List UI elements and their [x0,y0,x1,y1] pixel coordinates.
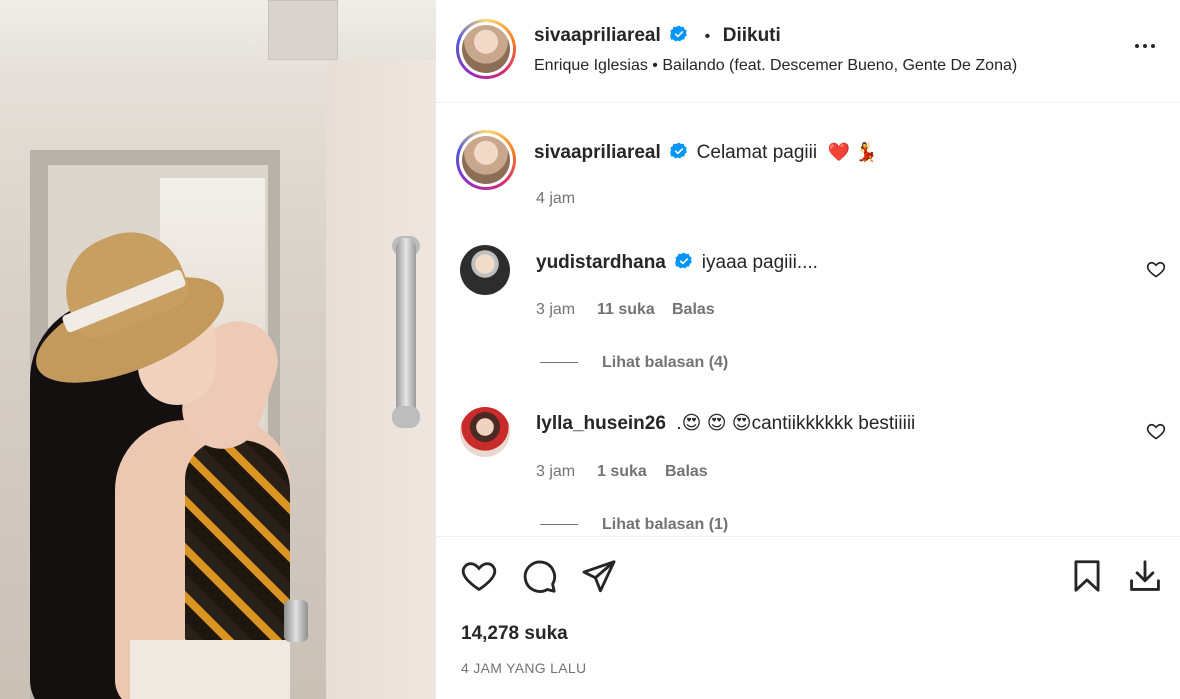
comment-heart-icon[interactable] [1146,259,1166,279]
comment-time: 3 jam [536,301,576,318]
author-line: sivaapriliareal • Diikuti [534,25,781,47]
author-avatar[interactable] [456,19,516,79]
comment-line: lylla_husein26 .😍 😍 😍cantiikkkkkk bestii… [536,412,915,435]
media-watch [284,600,308,642]
comment-reply-button[interactable]: Balas [672,301,715,319]
media-wall [326,60,436,699]
likes-count[interactable]: 14,278 suka [461,623,568,645]
view-replies-button[interactable]: Lihat balasan (1) [540,516,728,534]
comment-icon[interactable] [520,557,558,595]
post-actions: 14,278 suka 4 JAM YANG LALU [436,536,1180,699]
comment-text: .😍 😍 😍cantiikkkkkk bestiiiii [676,413,916,434]
caption-author-avatar[interactable] [456,130,516,190]
comment-heart-icon[interactable] [1146,421,1166,441]
post-media[interactable] [0,0,436,699]
media-rail-cap [392,406,420,428]
comment-username[interactable]: lylla_husein26 [536,413,666,434]
media-grab-rail [396,238,416,428]
post-detail-panel: sivaapriliareal • Diikuti Enrique Iglesi… [436,0,1180,699]
comment-likes[interactable]: 1 suka [597,463,647,481]
comment-username[interactable]: yudistardhana [536,252,666,273]
verified-badge-icon [675,252,693,269]
comment-text: iyaaa pagiii.... [701,252,818,273]
media-ceiling-vent [268,0,338,60]
post-timestamp: 4 JAM YANG LALU [461,660,587,676]
author-username[interactable]: sivaapriliareal [534,25,661,46]
caption-emoji: ❤️ 💃 [827,142,878,162]
verified-badge-icon [670,142,688,159]
media-person-pants [130,640,290,699]
header-separator: • [704,28,711,45]
follow-status-button[interactable]: Diikuti [723,25,781,46]
verified-badge-icon [670,25,688,42]
comments-list[interactable]: sivaapriliareal Celamat pagiii ❤️ 💃 4 ja… [436,104,1180,536]
audio-track-link[interactable]: Enrique Iglesias • Bailando (feat. Desce… [534,57,1017,75]
comment-avatar[interactable] [460,245,510,295]
comment-reply-button[interactable]: Balas [665,463,708,481]
post-header: sivaapriliareal • Diikuti Enrique Iglesi… [436,0,1180,103]
caption-line: sivaapriliareal Celamat pagiii ❤️ 💃 [534,142,877,164]
comment-likes[interactable]: 11 suka [597,301,655,319]
view-replies-button[interactable]: Lihat balasan (4) [540,354,728,372]
bookmark-icon[interactable] [1068,557,1106,595]
comment-avatar[interactable] [460,407,510,457]
media-person-top [185,440,290,670]
comment-time: 3 jam [536,463,576,480]
comment-line: yudistardhana iyaaa pagiii.... [536,252,818,274]
more-options-icon[interactable] [1130,36,1160,56]
caption-username[interactable]: sivaapriliareal [534,142,661,163]
download-icon[interactable] [1126,557,1164,595]
share-icon[interactable] [580,557,618,595]
caption-time: 4 jam [536,190,576,207]
heart-icon[interactable] [460,557,498,595]
caption-text: Celamat pagiii [696,142,818,163]
